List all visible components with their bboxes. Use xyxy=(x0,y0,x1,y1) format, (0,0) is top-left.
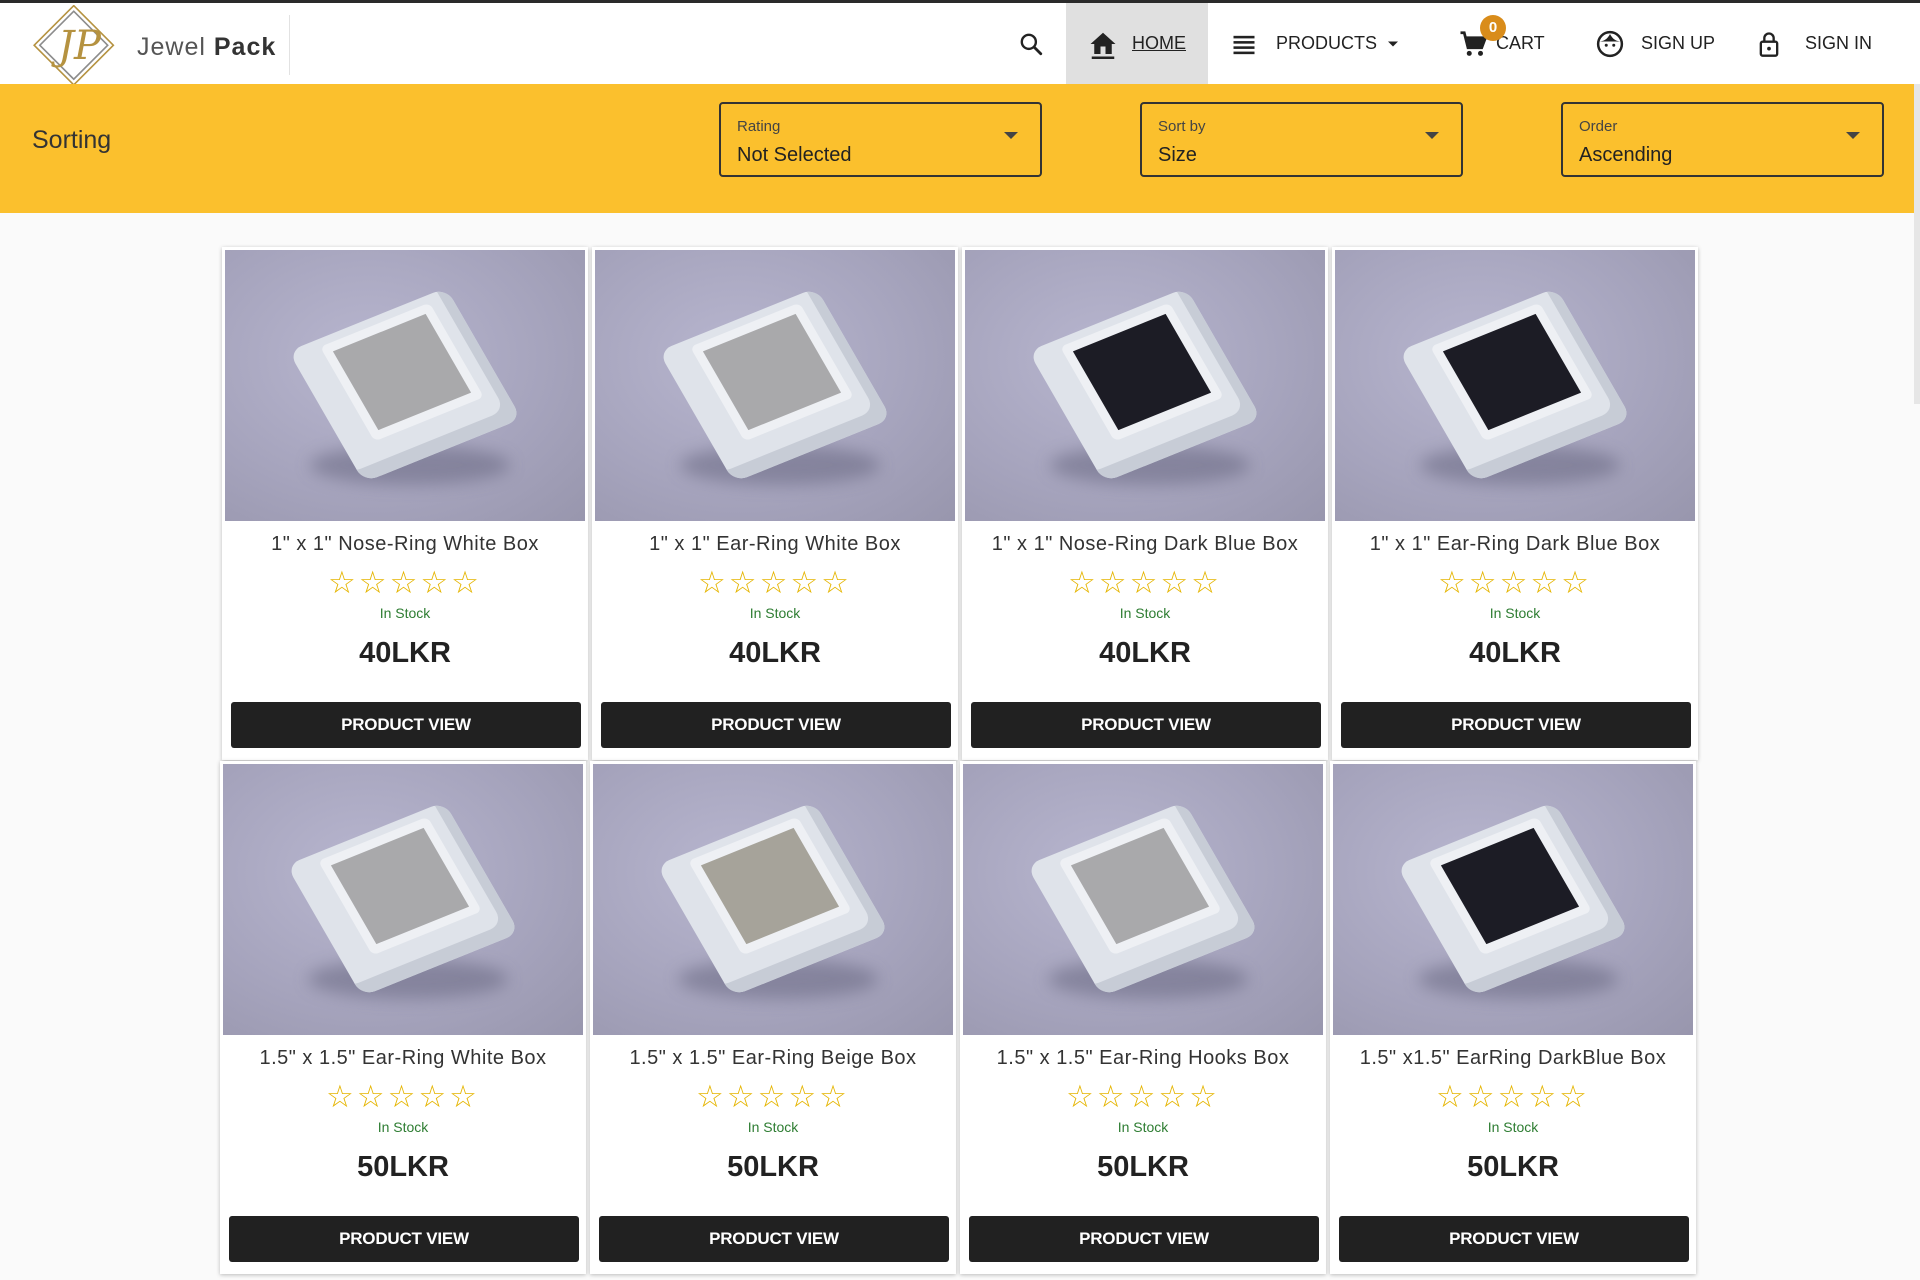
product-card: 1.5" x1.5" EarRing DarkBlue Box ☆☆☆☆☆ In… xyxy=(1330,761,1696,1274)
sortby-select-label: Sort by xyxy=(1158,118,1206,135)
product-view-button[interactable]: PRODUCT VIEW xyxy=(969,1216,1319,1262)
product-image[interactable] xyxy=(595,250,955,521)
product-price: 50LKR xyxy=(1467,1151,1559,1183)
rating-stars[interactable]: ☆☆☆☆☆ xyxy=(960,1079,1326,1115)
product-price: 40LKR xyxy=(1099,637,1191,669)
product-card: 1.5" x 1.5" Ear-Ring White Box ☆☆☆☆☆ In … xyxy=(220,761,586,1274)
home-icon xyxy=(1090,32,1116,59)
product-image[interactable] xyxy=(965,250,1325,521)
cart-count-badge: 0 xyxy=(1480,14,1506,41)
dropdown-arrow-icon xyxy=(1425,132,1439,139)
stock-status: In Stock xyxy=(749,605,801,621)
product-view-button[interactable]: PRODUCT VIEW xyxy=(1339,1216,1689,1262)
product-price: 40LKR xyxy=(1469,637,1561,669)
product-name: 1" x 1" Ear-Ring Dark Blue Box xyxy=(1369,533,1661,555)
rating-stars[interactable]: ☆☆☆☆☆ xyxy=(590,1079,956,1115)
product-card: 1.5" x 1.5" Ear-Ring Beige Box ☆☆☆☆☆ In … xyxy=(590,761,956,1274)
product-view-button[interactable]: PRODUCT VIEW xyxy=(601,702,951,748)
product-name: 1.5" x1.5" EarRing DarkBlue Box xyxy=(1359,1047,1667,1069)
product-view-button[interactable]: PRODUCT VIEW xyxy=(971,702,1321,748)
rating-stars[interactable]: ☆☆☆☆☆ xyxy=(1332,565,1698,601)
dropdown-arrow-icon xyxy=(1004,132,1018,139)
product-image[interactable] xyxy=(225,250,585,521)
product-image[interactable] xyxy=(963,764,1323,1035)
sorting-title: Sorting xyxy=(32,126,112,154)
product-name: 1" x 1" Nose-Ring Dark Blue Box xyxy=(991,533,1299,555)
nav-cart-label: CART xyxy=(1496,33,1545,53)
product-view-button[interactable]: PRODUCT VIEW xyxy=(1341,702,1691,748)
product-price: 40LKR xyxy=(359,637,451,669)
nav-signup[interactable]: SIGN UP xyxy=(1595,3,1715,84)
brand-name-bold: Pack xyxy=(213,33,277,61)
stock-status: In Stock xyxy=(747,1119,799,1135)
product-image[interactable] xyxy=(593,764,953,1035)
product-price: 50LKR xyxy=(357,1151,449,1183)
product-card: 1" x 1" Nose-Ring Dark Blue Box ☆☆☆☆☆ In… xyxy=(962,247,1328,760)
rating-stars[interactable]: ☆☆☆☆☆ xyxy=(1330,1079,1696,1115)
brand-name[interactable]: Jewel Pack xyxy=(137,33,276,62)
product-name: 1.5" x 1.5" Ear-Ring Hooks Box xyxy=(996,1047,1290,1069)
nav-products-label: PRODUCTS xyxy=(1276,33,1378,53)
product-image[interactable] xyxy=(223,764,583,1035)
rating-stars[interactable]: ☆☆☆☆☆ xyxy=(962,565,1328,601)
lock-icon xyxy=(1759,31,1779,57)
stock-status: In Stock xyxy=(1117,1119,1169,1135)
stock-status: In Stock xyxy=(1119,605,1171,621)
brand-name-light: Jewel xyxy=(137,33,214,61)
stock-status: In Stock xyxy=(379,605,431,621)
product-card: 1" x 1" Nose-Ring White Box ☆☆☆☆☆ In Sto… xyxy=(222,247,588,760)
rating-select-label: Rating xyxy=(737,118,781,135)
product-price: 40LKR xyxy=(729,637,821,669)
product-name: 1.5" x 1.5" Ear-Ring Beige Box xyxy=(629,1047,917,1069)
product-name: 1" x 1" Nose-Ring White Box xyxy=(271,533,539,555)
nav-signin[interactable]: SIGN IN xyxy=(1755,3,1872,84)
product-card: 1.5" x 1.5" Ear-Ring Hooks Box ☆☆☆☆☆ In … xyxy=(960,761,1326,1274)
nav-signup-label: SIGN UP xyxy=(1641,33,1716,53)
brand-logo[interactable]: JP xyxy=(28,5,128,89)
nav-signin-label: SIGN IN xyxy=(1805,33,1873,53)
stock-status: In Stock xyxy=(1487,1119,1539,1135)
product-name: 1.5" x 1.5" Ear-Ring White Box xyxy=(259,1047,547,1069)
search-button[interactable] xyxy=(1018,3,1048,84)
product-name: 1" x 1" Ear-Ring White Box xyxy=(649,533,901,555)
sortby-select-value: Size xyxy=(1158,144,1197,166)
product-image[interactable] xyxy=(1333,764,1693,1035)
chevron-down-icon xyxy=(1388,41,1399,46)
order-select-value: Ascending xyxy=(1579,144,1673,166)
rating-stars[interactable]: ☆☆☆☆☆ xyxy=(222,565,588,601)
rating-select-value: Not Selected xyxy=(737,144,852,166)
face-icon xyxy=(1596,30,1624,57)
nav-cart[interactable]: 0 CART xyxy=(1458,3,1545,84)
stock-status: In Stock xyxy=(377,1119,429,1135)
product-card: 1" x 1" Ear-Ring Dark Blue Box ☆☆☆☆☆ In … xyxy=(1332,247,1698,760)
sorting-bar: Sorting Rating Not Selected Sort by Size… xyxy=(0,84,1920,213)
rating-stars[interactable]: ☆☆☆☆☆ xyxy=(220,1079,586,1115)
product-card: 1" x 1" Ear-Ring White Box ☆☆☆☆☆ In Stoc… xyxy=(592,247,958,760)
svg-text:JP: JP xyxy=(51,23,102,69)
nav-home[interactable]: HOME xyxy=(1066,3,1208,84)
product-view-button[interactable]: PRODUCT VIEW xyxy=(229,1216,579,1262)
header-divider xyxy=(289,15,290,75)
order-select-label: Order xyxy=(1579,118,1618,135)
search-icon xyxy=(1020,33,1043,55)
nav-products[interactable]: PRODUCTS xyxy=(1228,3,1403,84)
product-image[interactable] xyxy=(1335,250,1695,521)
cart-icon-wrap: 0 xyxy=(1458,14,1506,59)
product-price: 50LKR xyxy=(727,1151,819,1183)
product-price: 50LKR xyxy=(1097,1151,1189,1183)
dropdown-arrow-icon xyxy=(1846,132,1860,139)
rating-select[interactable]: Rating Not Selected xyxy=(719,102,1042,177)
scrollbar[interactable] xyxy=(1914,84,1920,404)
product-view-button[interactable]: PRODUCT VIEW xyxy=(599,1216,949,1262)
nav-home-label: HOME xyxy=(1132,33,1186,53)
order-select[interactable]: Order Ascending xyxy=(1561,102,1884,177)
rating-stars[interactable]: ☆☆☆☆☆ xyxy=(592,565,958,601)
product-view-button[interactable]: PRODUCT VIEW xyxy=(231,702,581,748)
sortby-select[interactable]: Sort by Size xyxy=(1140,102,1463,177)
menu-icon xyxy=(1233,35,1255,54)
stock-status: In Stock xyxy=(1489,605,1541,621)
